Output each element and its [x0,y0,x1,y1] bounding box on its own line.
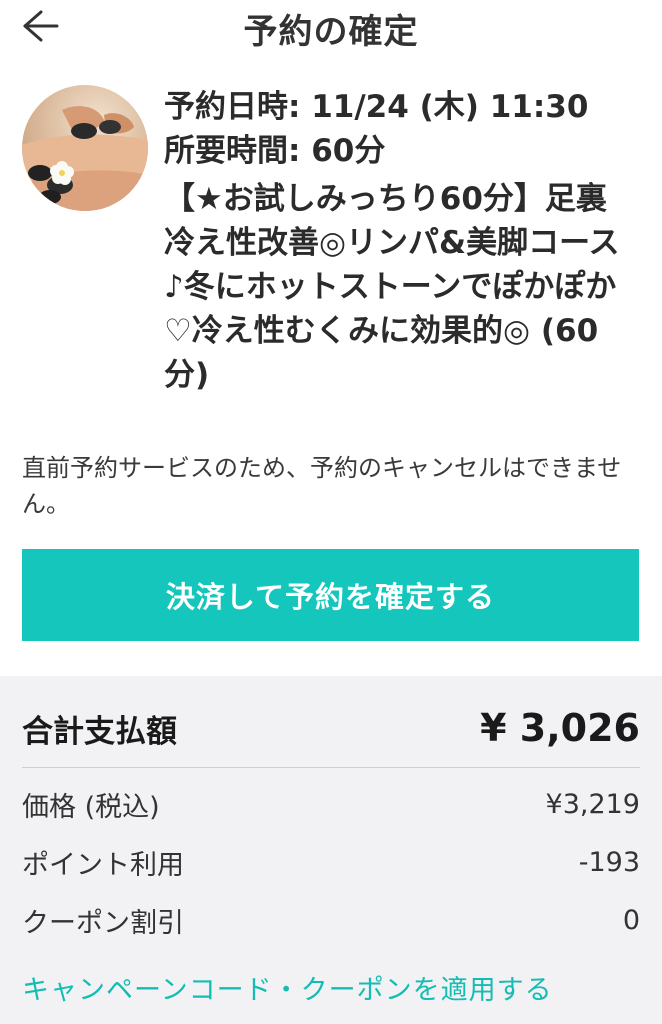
apply-coupon-link[interactable]: キャンペーンコード・クーポンを適用する [22,968,553,1007]
reservation-duration: 所要時間: 60分 [164,133,386,169]
page-title: 予約の確定 [243,12,419,52]
price-value: ¥3,219 [545,788,640,820]
total-label: 合計支払額 [22,713,177,750]
price-row: 価格 (税込) ¥3,219 [22,782,640,826]
salon-thumbnail [22,85,148,211]
pay-and-confirm-button[interactable]: 決済して予約を確定する [22,549,639,641]
divider [22,767,640,768]
payment-summary: 合計支払額 ¥ 3,026 価格 (税込) ¥3,219 ポイント利用 -193… [0,676,662,1024]
price-label: 価格 (税込) [22,791,160,823]
reservation-confirm-page: 予約の確定 予約日時: 11/24 (木) 11:30 所要時間: 60分 【★… [0,0,662,1024]
points-label: ポイント利用 [22,849,184,881]
booking-details: 予約日時: 11/24 (木) 11:30 所要時間: 60分 【★お試しみっち… [164,85,634,397]
header: 予約の確定 [0,0,662,56]
points-value: -193 [578,846,640,878]
course-name: 【★お試しみっちり60分】足裏冷え性改善◎リンパ&美脚コース♪冬にホットストーン… [164,181,620,393]
total-amount: ¥ 3,026 [480,706,640,750]
coupon-discount-value: 0 [622,904,640,936]
points-row: ポイント利用 -193 [22,840,640,884]
coupon-discount-label: クーポン割引 [22,907,184,939]
reservation-datetime: 予約日時: 11/24 (木) 11:30 [164,89,589,125]
coupon-discount-row: クーポン割引 0 [22,898,640,942]
cancellation-notice: 直前予約サービスのため、予約のキャンセルはできません。 [22,454,622,518]
hot-stone-massage-photo [22,85,148,211]
total-row: 合計支払額 ¥ 3,026 [22,698,640,758]
